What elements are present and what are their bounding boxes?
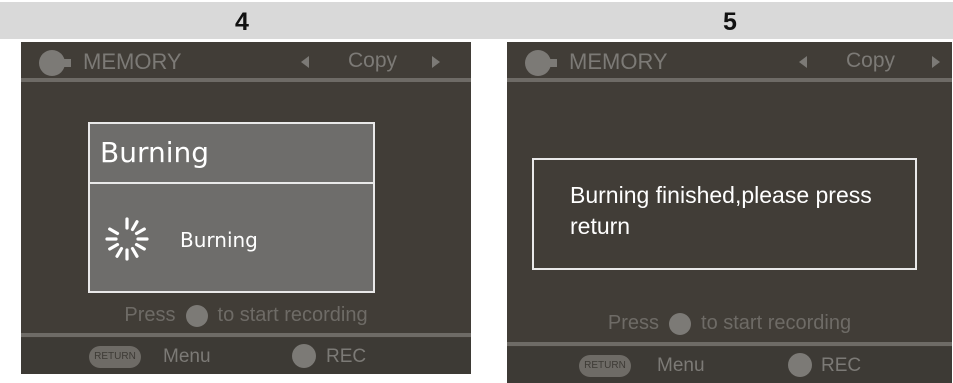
return-button[interactable]: RETURN [89, 346, 141, 368]
hint-press: Press [124, 304, 176, 326]
rec-dot-icon[interactable] [788, 353, 812, 377]
header-title: MEMORY [569, 49, 668, 74]
footer-bar: RETURN Menu REC [507, 347, 952, 383]
burning-dialog: Burning Burning [88, 122, 375, 293]
return-button[interactable]: RETURN [579, 355, 631, 377]
rec-label: REC [821, 355, 862, 376]
rec-label: REC [326, 346, 367, 367]
footer-divider [507, 342, 952, 346]
header-option[interactable]: Copy [846, 49, 895, 73]
hint-rest: to start recording [217, 304, 368, 326]
finished-message-box: Burning finished,please press return [532, 158, 917, 270]
header-divider [21, 78, 471, 82]
dialog-divider [90, 182, 373, 184]
record-dot-icon [669, 312, 692, 335]
menu-label: Menu [657, 355, 705, 376]
rec-dot-icon[interactable] [292, 344, 316, 368]
memory-disc-icon [525, 50, 557, 76]
step-number-5: 5 [723, 8, 737, 36]
arrow-left-icon[interactable] [301, 56, 309, 68]
memory-disc-icon [39, 50, 71, 76]
header-bar: MEMORY Copy [507, 42, 952, 80]
step-bar-4: 4 [0, 2, 484, 39]
loading-spinner-icon [105, 217, 149, 261]
header-divider [507, 78, 952, 82]
header-bar: MEMORY Copy [21, 42, 471, 80]
arrow-left-icon[interactable] [799, 56, 807, 68]
hint-rest: to start recording [701, 312, 852, 334]
step-bar-5: 5 [484, 2, 953, 39]
menu-label: Menu [163, 346, 211, 367]
screen-burning: MEMORY Copy Burning Burning Press to sta… [21, 42, 471, 374]
step-number-4: 4 [235, 8, 249, 36]
record-dot-icon [185, 304, 208, 327]
dialog-title: Burning [100, 136, 210, 169]
footer-bar: RETURN Menu REC [21, 338, 471, 374]
record-hint: Press to start recording [507, 312, 952, 335]
record-hint: Press to start recording [21, 304, 471, 327]
finished-message: Burning finished,please press return [570, 182, 872, 239]
dialog-status: Burning [180, 228, 258, 252]
arrow-right-icon[interactable] [932, 56, 940, 68]
header-option[interactable]: Copy [348, 49, 397, 73]
hint-press: Press [607, 312, 660, 334]
screen-finished: MEMORY Copy Burning finished,please pres… [507, 42, 952, 383]
header-title: MEMORY [83, 49, 182, 74]
footer-divider [21, 333, 471, 337]
arrow-right-icon[interactable] [432, 56, 440, 68]
